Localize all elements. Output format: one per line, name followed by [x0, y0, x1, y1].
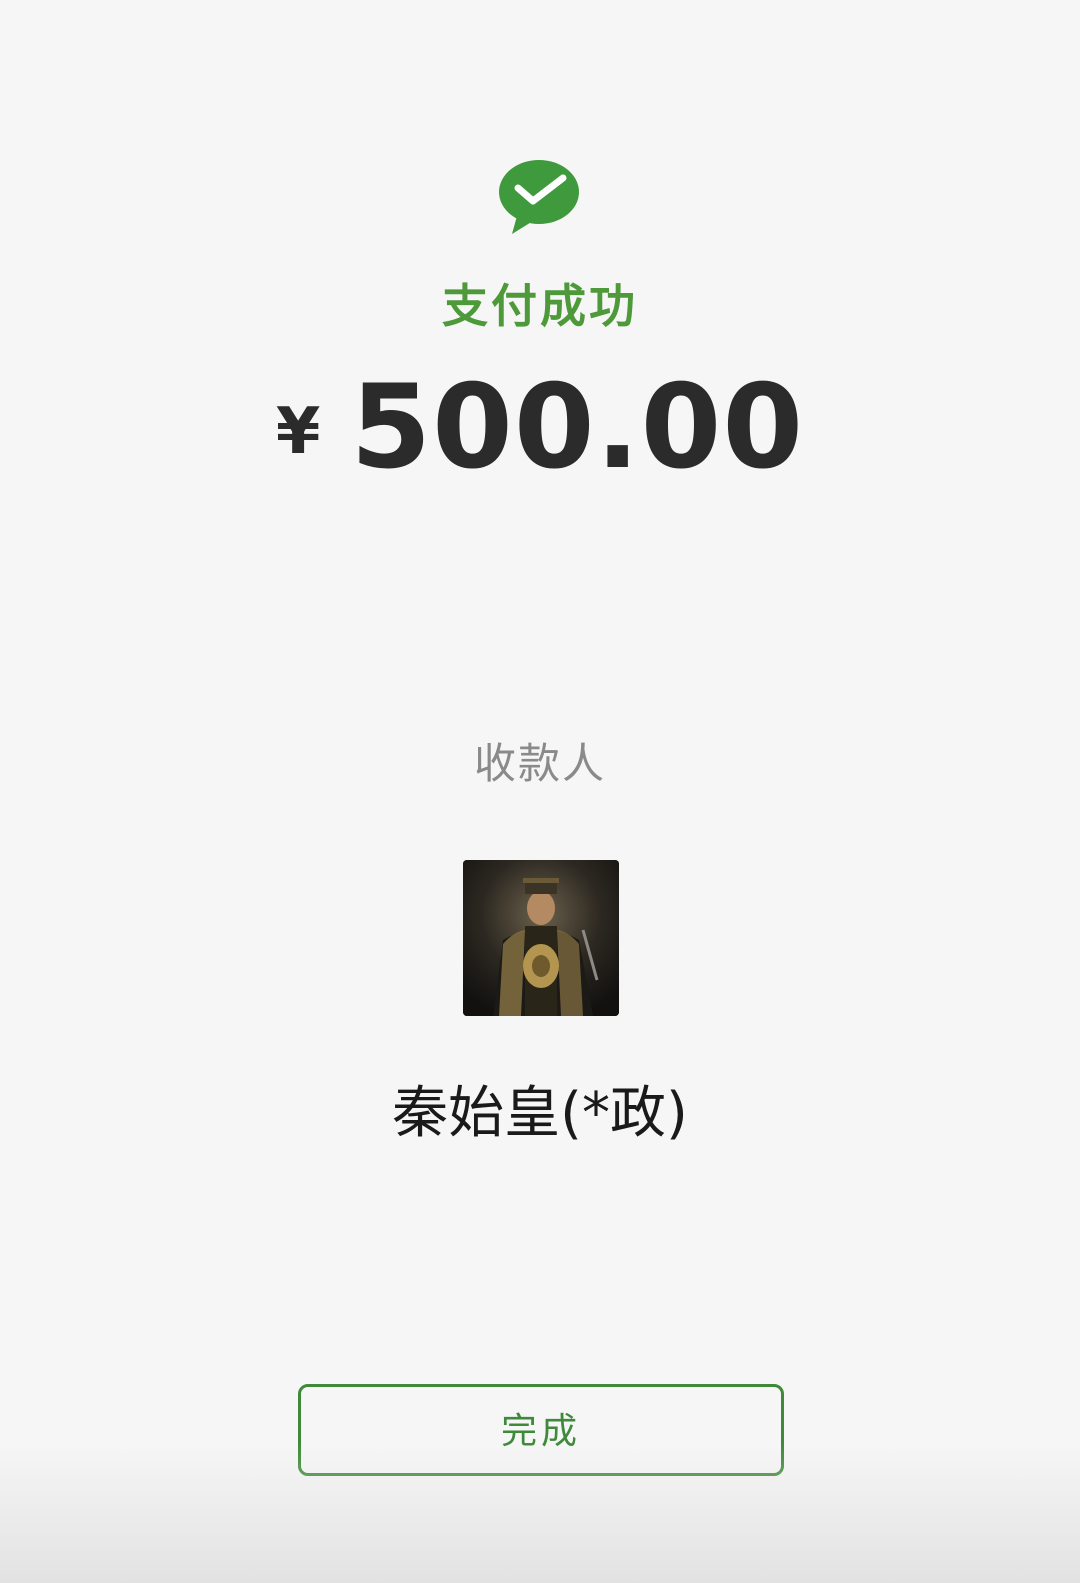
done-button[interactable]: 完成 [298, 1384, 784, 1476]
payee-name: 秦始皇(*政) [392, 1081, 688, 1146]
currency-symbol: ¥ [275, 395, 321, 469]
payee-label: 收款人 [473, 739, 606, 788]
amount-value: 500.00 [350, 360, 805, 495]
wechat-pay-check-icon [499, 160, 579, 234]
status-title: 支付成功 [442, 279, 638, 333]
payment-amount: ¥500.00 [0, 360, 1080, 495]
payee-avatar [463, 860, 619, 1016]
emperor-portrait-avatar [463, 860, 619, 1016]
